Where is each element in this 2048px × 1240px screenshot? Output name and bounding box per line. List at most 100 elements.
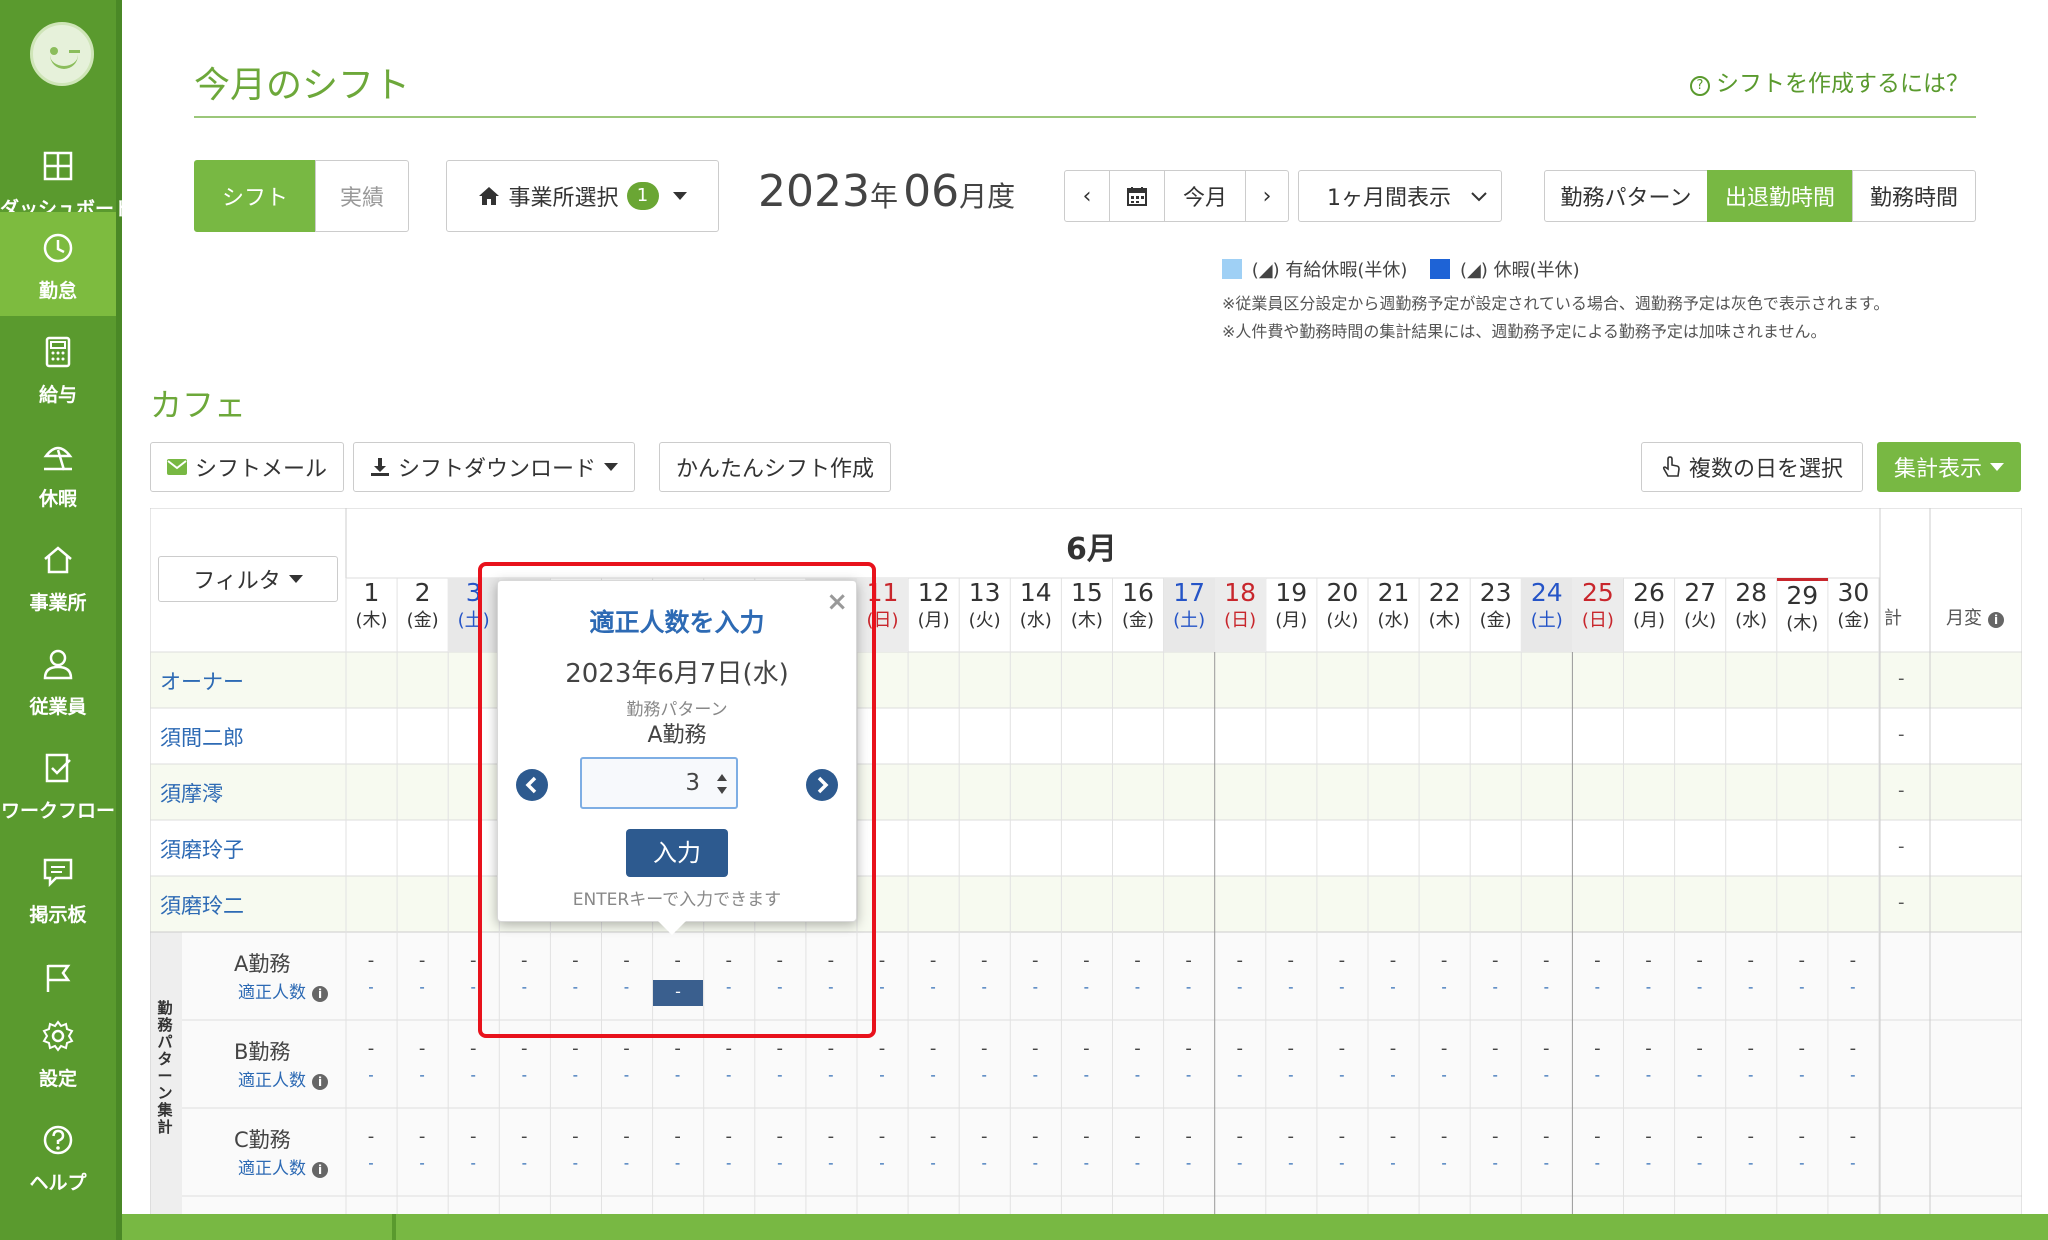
headcount-cell[interactable]: - bbox=[1281, 978, 1301, 996]
headcount-cell[interactable]: - bbox=[514, 1066, 534, 1084]
headcount-cell[interactable]: - bbox=[412, 1066, 432, 1084]
view-hours-button[interactable]: 勤務時間 bbox=[1852, 170, 1976, 222]
pattern-cell[interactable]: - bbox=[1332, 1038, 1352, 1059]
headcount-cell[interactable]: - bbox=[1025, 978, 1045, 996]
headcount-cell[interactable]: - bbox=[1690, 978, 1710, 996]
pattern-cell[interactable]: - bbox=[1843, 1126, 1863, 1147]
pattern-cell[interactable]: - bbox=[1230, 1038, 1250, 1059]
sidebar-item-office[interactable]: 事業所 bbox=[0, 524, 116, 628]
headcount-cell[interactable]: - bbox=[1587, 978, 1607, 996]
headcount-cell[interactable]: - bbox=[1741, 1066, 1761, 1084]
pattern-cell[interactable]: - bbox=[974, 1038, 994, 1059]
headcount-cell[interactable]: - bbox=[1128, 1154, 1148, 1172]
employee-name[interactable]: オーナー bbox=[160, 666, 244, 696]
employee-name[interactable]: 須間二郎 bbox=[160, 722, 244, 752]
day-header[interactable]: 29 (木) bbox=[1776, 578, 1828, 652]
pattern-cell[interactable]: - bbox=[872, 1038, 892, 1059]
headcount-cell[interactable]: - bbox=[923, 1066, 943, 1084]
pattern-cell[interactable]: - bbox=[1536, 1126, 1556, 1147]
headcount-cell[interactable]: - bbox=[514, 1154, 534, 1172]
headcount-cell[interactable]: - bbox=[1792, 978, 1812, 996]
headcount-cell[interactable]: - bbox=[1281, 1154, 1301, 1172]
pattern-cell[interactable]: - bbox=[1434, 1126, 1454, 1147]
pattern-cell[interactable]: - bbox=[1587, 950, 1607, 971]
pattern-cell[interactable]: - bbox=[1076, 950, 1096, 971]
day-header[interactable]: 30 (金) bbox=[1828, 578, 1879, 652]
day-header[interactable]: 17 (土) bbox=[1163, 578, 1215, 652]
pattern-cell[interactable]: - bbox=[1230, 1126, 1250, 1147]
pattern-cell[interactable]: - bbox=[1383, 950, 1403, 971]
prev-month-button[interactable]: ‹ bbox=[1064, 170, 1110, 222]
day-header[interactable]: 24 (土) bbox=[1521, 578, 1573, 652]
pattern-cell[interactable]: - bbox=[1128, 950, 1148, 971]
headcount-cell[interactable]: - bbox=[872, 1154, 892, 1172]
pattern-cell[interactable]: - bbox=[923, 950, 943, 971]
headcount-cell[interactable]: - bbox=[719, 1066, 739, 1084]
headcount-cell[interactable]: - bbox=[463, 1066, 483, 1084]
headcount-cell[interactable]: - bbox=[1332, 1154, 1352, 1172]
day-header[interactable]: 21 (水) bbox=[1368, 578, 1419, 652]
headcount-cell[interactable]: - bbox=[1536, 1066, 1556, 1084]
headcount-cell[interactable]: - bbox=[1587, 1154, 1607, 1172]
pattern-cell[interactable]: - bbox=[565, 1038, 585, 1059]
tab-actual[interactable]: 実績 bbox=[315, 160, 409, 232]
sidebar-item-employees[interactable]: 従業員 bbox=[0, 628, 116, 732]
day-header[interactable]: 2 (金) bbox=[397, 578, 448, 652]
shift-download-button[interactable]: シフトダウンロード bbox=[353, 442, 635, 492]
headcount-cell[interactable]: - bbox=[1179, 978, 1199, 996]
headcount-cell[interactable]: - bbox=[1639, 978, 1659, 996]
headcount-cell[interactable]: - bbox=[1741, 978, 1761, 996]
day-header[interactable]: 20 (火) bbox=[1317, 578, 1368, 652]
day-header[interactable]: 14 (水) bbox=[1010, 578, 1061, 652]
pattern-cell[interactable]: - bbox=[1587, 1126, 1607, 1147]
help-link[interactable]: ? シフトを作成するには？ bbox=[1690, 64, 1969, 98]
headcount-cell[interactable]: - bbox=[361, 1066, 381, 1084]
headcount-cell[interactable]: - bbox=[1485, 1066, 1505, 1084]
headcount-cell[interactable]: - bbox=[412, 978, 432, 996]
pattern-cell[interactable]: - bbox=[1434, 1038, 1454, 1059]
pattern-cell[interactable]: - bbox=[1128, 1038, 1148, 1059]
pattern-cell[interactable]: - bbox=[1076, 1126, 1096, 1147]
pattern-cell[interactable]: - bbox=[1690, 1038, 1710, 1059]
pattern-cell[interactable]: - bbox=[412, 1038, 432, 1059]
headcount-cell[interactable]: - bbox=[1434, 978, 1454, 996]
pattern-cell[interactable]: - bbox=[719, 1126, 739, 1147]
filter-button[interactable]: フィルタ bbox=[158, 556, 338, 602]
pattern-cell[interactable]: - bbox=[1485, 1126, 1505, 1147]
headcount-cell[interactable]: - bbox=[1179, 1154, 1199, 1172]
pattern-cell[interactable]: - bbox=[514, 1126, 534, 1147]
headcount-cell[interactable]: - bbox=[1025, 1154, 1045, 1172]
pattern-cell[interactable]: - bbox=[821, 1126, 841, 1147]
headcount-cell[interactable]: - bbox=[1383, 1066, 1403, 1084]
tab-shift[interactable]: シフト bbox=[194, 160, 316, 232]
headcount-cell[interactable]: - bbox=[1230, 1066, 1250, 1084]
headcount-cell[interactable]: - bbox=[974, 978, 994, 996]
sidebar-item-attendance[interactable]: 勤怠 bbox=[0, 212, 116, 316]
pattern-cell[interactable]: - bbox=[668, 1126, 688, 1147]
employee-name[interactable]: 須磨玲二 bbox=[160, 890, 244, 920]
headcount-cell[interactable]: - bbox=[412, 1154, 432, 1172]
headcount-cell[interactable]: - bbox=[1332, 1066, 1352, 1084]
headcount-cell[interactable]: - bbox=[1434, 1154, 1454, 1172]
headcount-cell[interactable]: - bbox=[1281, 1066, 1301, 1084]
headcount-cell[interactable]: - bbox=[1536, 978, 1556, 996]
pattern-cell[interactable]: - bbox=[668, 1038, 688, 1059]
pattern-headcount-label[interactable]: 適正人数 i bbox=[238, 1154, 328, 1179]
easy-shift-button[interactable]: かんたんシフト作成 bbox=[659, 442, 891, 492]
headcount-cell[interactable]: - bbox=[1485, 1154, 1505, 1172]
pattern-cell[interactable]: - bbox=[1179, 1126, 1199, 1147]
headcount-cell[interactable]: - bbox=[1587, 1066, 1607, 1084]
pattern-headcount-label[interactable]: 適正人数 i bbox=[238, 978, 328, 1003]
pattern-cell[interactable]: - bbox=[872, 1126, 892, 1147]
pattern-cell[interactable]: - bbox=[923, 1038, 943, 1059]
summary-button[interactable]: 集計表示 bbox=[1877, 442, 2021, 492]
day-header[interactable]: 13 (火) bbox=[959, 578, 1010, 652]
day-header[interactable]: 18 (日) bbox=[1214, 578, 1266, 652]
day-header[interactable]: 15 (木) bbox=[1061, 578, 1112, 652]
sidebar-item-payroll[interactable]: 給与 bbox=[0, 316, 116, 420]
pattern-cell[interactable]: - bbox=[1741, 1126, 1761, 1147]
headcount-cell[interactable]: - bbox=[872, 1066, 892, 1084]
headcount-cell[interactable]: - bbox=[770, 1154, 790, 1172]
pattern-cell[interactable]: - bbox=[617, 1038, 637, 1059]
pattern-cell[interactable]: - bbox=[1332, 950, 1352, 971]
